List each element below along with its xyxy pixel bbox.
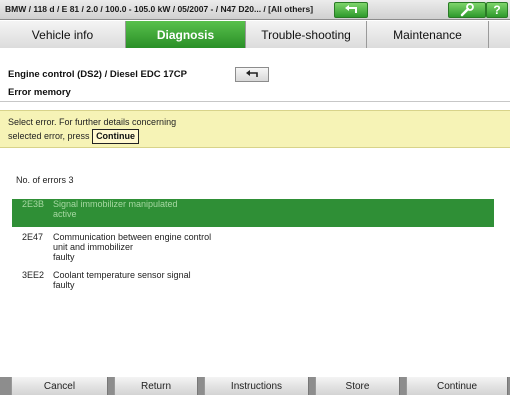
help-button[interactable]: ? — [486, 2, 508, 18]
instruction-line-2: selected error, press Continue — [8, 129, 510, 144]
back-arrow-icon — [345, 5, 357, 13]
continue-button[interactable]: Continue — [406, 377, 508, 395]
page-header: Engine control (DS2) / Diesel EDC 17CP E… — [0, 48, 510, 102]
header-back-button[interactable] — [235, 67, 269, 82]
error-code: 2E3B — [22, 199, 45, 209]
return-button[interactable]: Return — [114, 377, 198, 395]
error-row[interactable]: 3EE2 Coolant temperature sensor signal f… — [12, 270, 494, 294]
error-row-selected[interactable]: 2E3B Signal immobilizer manipulated acti… — [12, 199, 494, 227]
error-desc-line: unit and immobilizer — [53, 242, 134, 252]
page-title: Error memory — [8, 87, 71, 98]
breadcrumb: Engine control (DS2) / Diesel EDC 17CP — [8, 69, 187, 80]
instructions-button[interactable]: Instructions — [204, 377, 309, 395]
instruction-box: Select error. For further details concer… — [0, 110, 510, 148]
error-desc-line: Signal immobilizer manipulated — [53, 199, 178, 209]
tab-diagnosis[interactable]: Diagnosis — [126, 21, 246, 48]
instruction-line-1: Select error. For further details concer… — [8, 117, 177, 127]
inline-continue-label: Continue — [92, 129, 140, 144]
tab-vehicle-info[interactable]: Vehicle info — [0, 21, 126, 48]
error-count: No. of errors 3 — [16, 175, 74, 185]
error-description: Coolant temperature sensor signal faulty — [53, 270, 191, 290]
tab-trouble-shooting[interactable]: Trouble-shooting — [246, 21, 367, 48]
error-description: Communication between engine control uni… — [53, 232, 211, 262]
back-button[interactable] — [334, 2, 368, 18]
wrench-icon — [460, 3, 474, 17]
error-description: Signal immobilizer manipulated active — [53, 199, 178, 219]
tab-empty[interactable] — [489, 21, 510, 48]
bottom-toolbar: Cancel Return Instructions Store Continu… — [0, 377, 510, 395]
error-desc-line: faulty — [53, 280, 75, 290]
error-code: 3EE2 — [22, 270, 45, 280]
cancel-button[interactable]: Cancel — [11, 377, 108, 395]
tool-button[interactable] — [448, 2, 486, 18]
error-desc-line: Communication between engine control — [53, 232, 212, 242]
title-bar: BMW / 118 d / E 81 / 2.0 / 100.0 - 105.0… — [0, 0, 510, 20]
diagnosis-screen: BMW / 118 d / E 81 / 2.0 / 100.0 - 105.0… — [0, 0, 510, 395]
vehicle-title: BMW / 118 d / E 81 / 2.0 / 100.0 - 105.0… — [5, 4, 314, 14]
error-desc-line: faulty — [53, 252, 75, 262]
error-code: 2E47 — [22, 232, 44, 242]
error-row[interactable]: 2E47 Communication between engine contro… — [12, 232, 494, 265]
tab-maintenance[interactable]: Maintenance — [367, 21, 489, 48]
instruction-text: selected error, press — [8, 131, 90, 141]
back-arrow-icon — [246, 70, 258, 77]
store-button[interactable]: Store — [315, 377, 400, 395]
main-tabs: Vehicle info Diagnosis Trouble-shooting … — [0, 21, 510, 48]
error-desc-line: Coolant temperature sensor signal — [53, 270, 191, 280]
error-desc-line: active — [53, 209, 77, 219]
